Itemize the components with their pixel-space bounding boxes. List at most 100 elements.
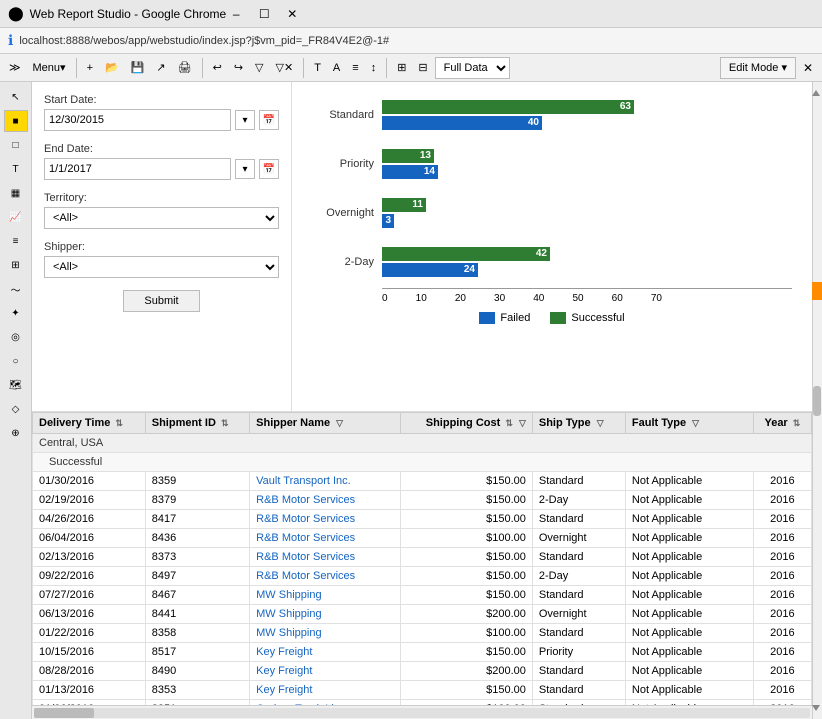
shipper-link[interactable]: Corban Truck Lines [256, 703, 351, 705]
col-delivery-time-sort[interactable]: ⇅ [115, 418, 123, 428]
cell-shipper[interactable]: Corban Truck Lines [250, 700, 401, 706]
bottom-scrollbar[interactable] [32, 705, 812, 719]
table-row[interactable]: 06/13/2016 8441 MW Shipping $200.00 Over… [33, 605, 812, 624]
table-row[interactable]: 07/27/2016 8467 MW Shipping $150.00 Stan… [33, 586, 812, 605]
col-fault-type-filter[interactable]: ▽ [692, 418, 699, 428]
scroll-track[interactable] [34, 708, 810, 718]
col-header-ship-type[interactable]: Ship Type ▽ [532, 413, 625, 434]
cell-shipper[interactable]: R&B Motor Services [250, 548, 401, 567]
col-header-shipment-id[interactable]: Shipment ID ⇅ [145, 413, 249, 434]
right-scroll-thumb[interactable] [813, 386, 821, 416]
cell-shipper[interactable]: Key Freight [250, 681, 401, 700]
cell-shipper[interactable]: Vault Transport Inc. [250, 472, 401, 491]
table-section[interactable]: Delivery Time ⇅ Shipment ID ⇅ Shipper Na… [32, 412, 812, 705]
table-row[interactable]: 04/26/2016 8417 R&B Motor Services $150.… [33, 510, 812, 529]
col-header-year[interactable]: Year ⇅ [753, 413, 811, 434]
cell-shipper[interactable]: R&B Motor Services [250, 567, 401, 586]
col-shipment-id-sort[interactable]: ⇅ [221, 418, 229, 428]
menu-button[interactable]: Menu▾ [28, 57, 71, 79]
table-row[interactable]: 06/04/2016 8436 R&B Motor Services $100.… [33, 529, 812, 548]
col-year-sort[interactable]: ⇅ [793, 418, 801, 428]
col-header-delivery-time[interactable]: Delivery Time ⇅ [33, 413, 146, 434]
col-header-shipping-cost[interactable]: Shipping Cost ⇅ ▽ [401, 413, 533, 434]
tool-select[interactable]: ■ [4, 110, 28, 132]
col-header-shipper-name[interactable]: Shipper Name ▽ [250, 413, 401, 434]
table-row[interactable]: 10/15/2016 8517 Key Freight $150.00 Prio… [33, 643, 812, 662]
expand-button[interactable]: ≫ [4, 57, 26, 79]
table-row[interactable]: 01/22/2016 8358 MW Shipping $100.00 Stan… [33, 624, 812, 643]
save-button[interactable]: 💾 [126, 57, 150, 79]
start-date-calendar-icon[interactable]: ▾ [235, 110, 255, 130]
tool-map[interactable]: 🗺 [4, 374, 28, 396]
submit-button[interactable]: Submit [123, 290, 199, 312]
table-row[interactable]: 01/06/2016 8351 Corban Truck Lines $100.… [33, 700, 812, 706]
filter2-button[interactable]: ▽✕ [271, 57, 299, 79]
start-date-picker-icon[interactable]: 📅 [259, 110, 279, 130]
col-shipping-cost-filter[interactable]: ▽ [519, 418, 526, 428]
tool-extra[interactable]: ⊕ [4, 422, 28, 444]
print-button[interactable]: 🖨 [173, 57, 197, 79]
tool-chart-bar[interactable]: ▦ [4, 182, 28, 204]
shipper-link[interactable]: Key Freight [256, 684, 312, 696]
cell-shipper[interactable]: R&B Motor Services [250, 529, 401, 548]
shipper-select[interactable]: <All> [44, 256, 279, 278]
maximize-button[interactable]: ☐ [254, 4, 274, 24]
shipper-link[interactable]: R&B Motor Services [256, 551, 355, 563]
undo-button[interactable]: ↩ [208, 57, 227, 79]
close-button[interactable]: ✕ [282, 4, 302, 24]
table-row[interactable]: 02/19/2016 8379 R&B Motor Services $150.… [33, 491, 812, 510]
edit-mode-button[interactable]: Edit Mode ▾ [720, 57, 796, 79]
cell-shipper[interactable]: MW Shipping [250, 624, 401, 643]
align-button[interactable]: ≡ [347, 57, 363, 79]
bold-button[interactable]: A [328, 57, 345, 79]
chart-button[interactable]: ⊟ [413, 57, 432, 79]
tool-shape[interactable]: ◇ [4, 398, 28, 420]
table-row[interactable]: 02/13/2016 8373 R&B Motor Services $150.… [33, 548, 812, 567]
tool-rectangle[interactable]: □ [4, 134, 28, 156]
table-row[interactable]: 01/13/2016 8353 Key Freight $150.00 Stan… [33, 681, 812, 700]
shipper-link[interactable]: R&B Motor Services [256, 532, 355, 544]
cell-shipper[interactable]: R&B Motor Services [250, 510, 401, 529]
tool-list[interactable]: ≡ [4, 230, 28, 252]
tool-chart-line[interactable]: 📈 [4, 206, 28, 228]
full-data-select[interactable]: Full Data [435, 57, 510, 79]
tool-star[interactable]: ✦ [4, 302, 28, 324]
table-button[interactable]: ⊞ [392, 57, 411, 79]
cell-shipper[interactable]: R&B Motor Services [250, 491, 401, 510]
tool-wave[interactable]: 〜 [4, 278, 28, 300]
cell-shipper[interactable]: Key Freight [250, 643, 401, 662]
end-date-input[interactable] [44, 158, 231, 180]
new-button[interactable]: + [82, 57, 98, 79]
cell-shipper[interactable]: MW Shipping [250, 586, 401, 605]
tool-gauge[interactable]: ◎ [4, 326, 28, 348]
table-row[interactable]: 08/28/2016 8490 Key Freight $200.00 Stan… [33, 662, 812, 681]
tool-cursor[interactable]: ↖ [4, 86, 28, 108]
shipper-link[interactable]: R&B Motor Services [256, 570, 355, 582]
sort-button[interactable]: ↕ [366, 57, 382, 79]
cell-shipper[interactable]: MW Shipping [250, 605, 401, 624]
minimize-button[interactable]: – [226, 4, 246, 24]
end-date-calendar-icon[interactable]: ▾ [235, 159, 255, 179]
table-row[interactable]: 01/30/2016 8359 Vault Transport Inc. $15… [33, 472, 812, 491]
redo-button[interactable]: ↪ [229, 57, 248, 79]
scroll-thumb[interactable] [34, 708, 94, 718]
end-date-picker-icon[interactable]: 📅 [259, 159, 279, 179]
col-header-fault-type[interactable]: Fault Type ▽ [625, 413, 753, 434]
table-row[interactable]: 09/22/2016 8497 R&B Motor Services $150.… [33, 567, 812, 586]
tool-text[interactable]: T [4, 158, 28, 180]
url-bar[interactable]: localhost:8888/webos/app/webstudio/index… [19, 35, 389, 47]
right-scrollbar[interactable] [812, 82, 822, 719]
shipper-link[interactable]: MW Shipping [256, 589, 321, 601]
col-shipping-cost-sort[interactable]: ⇅ [505, 418, 513, 428]
shipper-link[interactable]: Key Freight [256, 646, 312, 658]
shipper-link[interactable]: Key Freight [256, 665, 312, 677]
col-shipper-name-filter[interactable]: ▽ [336, 418, 343, 428]
col-ship-type-filter[interactable]: ▽ [597, 418, 604, 428]
export-button[interactable]: ↗ [151, 57, 170, 79]
shipper-link[interactable]: R&B Motor Services [256, 494, 355, 506]
scroll-up-arrow[interactable] [812, 90, 820, 96]
open-button[interactable]: 📂 [100, 57, 124, 79]
shipper-link[interactable]: R&B Motor Services [256, 513, 355, 525]
scroll-down-arrow[interactable] [812, 705, 820, 711]
start-date-input[interactable] [44, 109, 231, 131]
